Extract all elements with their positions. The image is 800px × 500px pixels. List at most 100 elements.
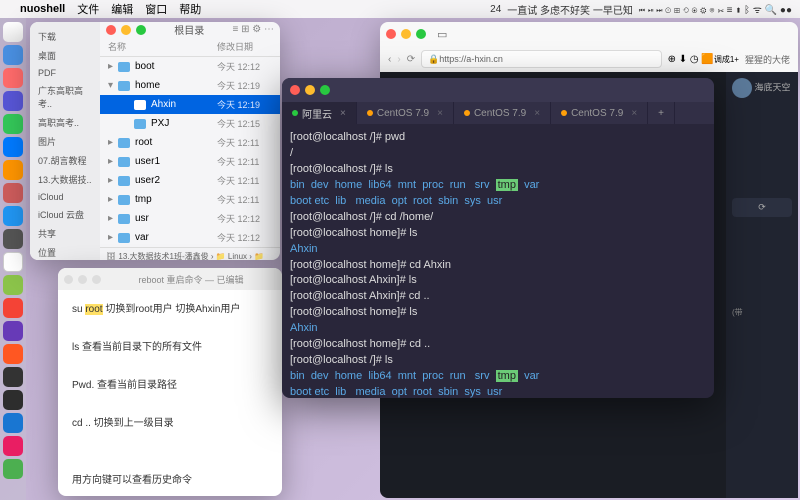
folder-icon [118, 157, 130, 167]
dock-icon[interactable] [3, 45, 23, 65]
notes-window: reboot 重启命令 — 已编辑 su root 切换到root用户 切换Ah… [58, 268, 282, 496]
finder-pathbar[interactable]: 🗄 13.大数据技术1班-潘鑫俊 › 📁 Linux › 📁 根目录 10个项目… [100, 247, 280, 260]
menubar-right: 24 一直试 多虑不好笑 一早已知 ⏮ ⏯ ⏭ ⊙ ⊞ ⟲ ◉ ⚙ ※ ✂ ≡ … [490, 2, 792, 17]
sidebar-item[interactable]: PDF [34, 66, 96, 80]
dock-finder-icon[interactable] [3, 22, 23, 42]
zoom-icon[interactable] [92, 275, 101, 284]
menu-edit[interactable]: 编辑 [111, 1, 133, 17]
dock-icon[interactable] [3, 298, 23, 318]
table-row[interactable]: ▸ var 今天 12:12 [100, 228, 280, 247]
table-row[interactable]: ▸ usr 今天 12:12 [100, 209, 280, 228]
dock [0, 18, 26, 500]
close-tab-icon[interactable]: × [631, 108, 637, 119]
dock-icon[interactable] [3, 206, 23, 226]
dock-icon[interactable] [3, 275, 23, 295]
file-date: 今天 12:19 [217, 98, 272, 111]
menu-help[interactable]: 帮助 [179, 1, 201, 17]
status-dot-icon [561, 110, 567, 116]
forward-icon[interactable]: › [397, 54, 400, 65]
terminal-tab[interactable]: CentOS 7.9 × [357, 102, 454, 124]
sidebar-item[interactable]: 共享 [34, 225, 96, 242]
blog-widget[interactable]: ⟳ [732, 198, 792, 217]
new-tab-button[interactable]: + [648, 102, 675, 124]
table-row[interactable]: ▸ tmp 今天 12:11 [100, 190, 280, 209]
reload-icon[interactable]: ⟳ [407, 54, 415, 65]
status-badge: 24 [490, 4, 501, 15]
sidebar-item[interactable]: iCloud [34, 190, 96, 204]
close-icon[interactable] [290, 85, 300, 95]
close-icon[interactable] [64, 275, 73, 284]
dock-icon[interactable] [3, 321, 23, 341]
dock-icon[interactable] [3, 436, 23, 456]
terminal-titlebar [282, 78, 714, 102]
table-row[interactable]: PXJ 今天 12:15 [100, 114, 280, 133]
close-tab-icon[interactable]: × [340, 108, 346, 119]
sidebar-item[interactable]: 高职高考.. [34, 114, 96, 131]
col-name[interactable]: 名称 [108, 40, 217, 53]
dock-icon[interactable] [3, 114, 23, 134]
minimize-icon[interactable] [401, 29, 411, 39]
finder-column-header[interactable]: 名称 修改日期 [100, 37, 280, 57]
table-row[interactable]: ▸ root 今天 12:11 [100, 133, 280, 152]
dock-icon[interactable] [3, 390, 23, 410]
terminal-body[interactable]: [root@localhost /]# pwd/[root@localhost … [282, 124, 714, 398]
dock-icon[interactable] [3, 160, 23, 180]
close-icon[interactable] [106, 25, 116, 35]
zoom-icon[interactable] [136, 25, 146, 35]
sidebar-item[interactable]: 位置 [34, 244, 96, 260]
col-date[interactable]: 修改日期 [217, 40, 272, 53]
dock-icon[interactable] [3, 137, 23, 157]
table-row[interactable]: Ahxin 今天 12:19 [100, 95, 280, 114]
minimize-icon[interactable] [121, 25, 131, 35]
sidebar-item[interactable]: 下载 [34, 28, 96, 45]
terminal-tab[interactable]: CentOS 7.9 × [551, 102, 648, 124]
zoom-icon[interactable] [416, 29, 426, 39]
avatar[interactable] [732, 78, 752, 98]
file-name: Ahxin [151, 99, 217, 110]
dock-icon[interactable] [3, 367, 23, 387]
minimize-icon[interactable] [78, 275, 87, 284]
blog-author: 海底天空 [755, 82, 791, 92]
close-tab-icon[interactable]: × [534, 108, 540, 119]
notes-line: cd .. 切换到上一级目录 [72, 414, 268, 433]
table-row[interactable]: ▸ user1 今天 12:11 [100, 152, 280, 171]
file-date: 今天 12:12 [217, 212, 272, 225]
back-icon[interactable]: ‹ [388, 54, 391, 65]
file-name: user1 [135, 156, 217, 167]
close-icon[interactable] [386, 29, 396, 39]
dock-icon[interactable] [3, 229, 23, 249]
dock-icon[interactable] [3, 459, 23, 479]
sidebar-item[interactable]: iCloud 云盘 [34, 206, 96, 223]
bookmark-label[interactable]: 猩猩的大佬 [745, 53, 790, 66]
sidebar-item[interactable]: 广东高职高考.. [34, 82, 96, 112]
menu-window[interactable]: 窗口 [145, 1, 167, 17]
dock-icon[interactable] [3, 344, 23, 364]
dock-icon[interactable] [3, 183, 23, 203]
dock-icon[interactable] [3, 252, 23, 272]
table-row[interactable]: ▸ user2 今天 12:11 [100, 171, 280, 190]
app-name[interactable]: nuoshell [20, 3, 65, 15]
dock-icon[interactable] [3, 68, 23, 88]
sidebar-item[interactable]: 图片 [34, 133, 96, 150]
url-bar[interactable]: 🔒 https://a-hxin.cn [421, 50, 662, 68]
zoom-icon[interactable] [320, 85, 330, 95]
close-tab-icon[interactable]: × [437, 108, 443, 119]
dock-icon[interactable] [3, 91, 23, 111]
sidebar-item[interactable]: 07.胡言教程 [34, 152, 96, 169]
sidebar-item[interactable]: 13.大数据技.. [34, 171, 96, 188]
tab-label: 阿里云 [302, 106, 332, 121]
file-name: usr [135, 213, 217, 224]
sidebar-item[interactable]: 桌面 [34, 47, 96, 64]
minimize-icon[interactable] [305, 85, 315, 95]
terminal-tab[interactable]: 阿里云 × [282, 102, 357, 124]
dock-icon[interactable] [3, 413, 23, 433]
media-icons[interactable]: ⏮ ⏯ ⏭ ⊙ ⊞ ⟲ ◉ ⚙ ※ ✂ ≡ ⬆ ᛒ ᯤ 🔍 ●● [639, 2, 792, 16]
sidebar-toggle-icon[interactable]: ▭ [437, 28, 447, 41]
notes-body[interactable]: su root 切换到root用户 切换Ahxin用户 ls 查看当前目录下的所… [58, 290, 282, 496]
extensions-icon[interactable]: ⊕ ⬇ ◷ 🟧调成1+ [668, 54, 739, 65]
menu-file[interactable]: 文件 [77, 1, 99, 17]
terminal-tab[interactable]: CentOS 7.9 × [454, 102, 551, 124]
table-row[interactable]: ▸ boot 今天 12:12 [100, 57, 280, 76]
view-icons[interactable]: ≡ ⊞ ⚙ ⋯ [232, 24, 274, 35]
table-row[interactable]: ▾ home 今天 12:19 [100, 76, 280, 95]
